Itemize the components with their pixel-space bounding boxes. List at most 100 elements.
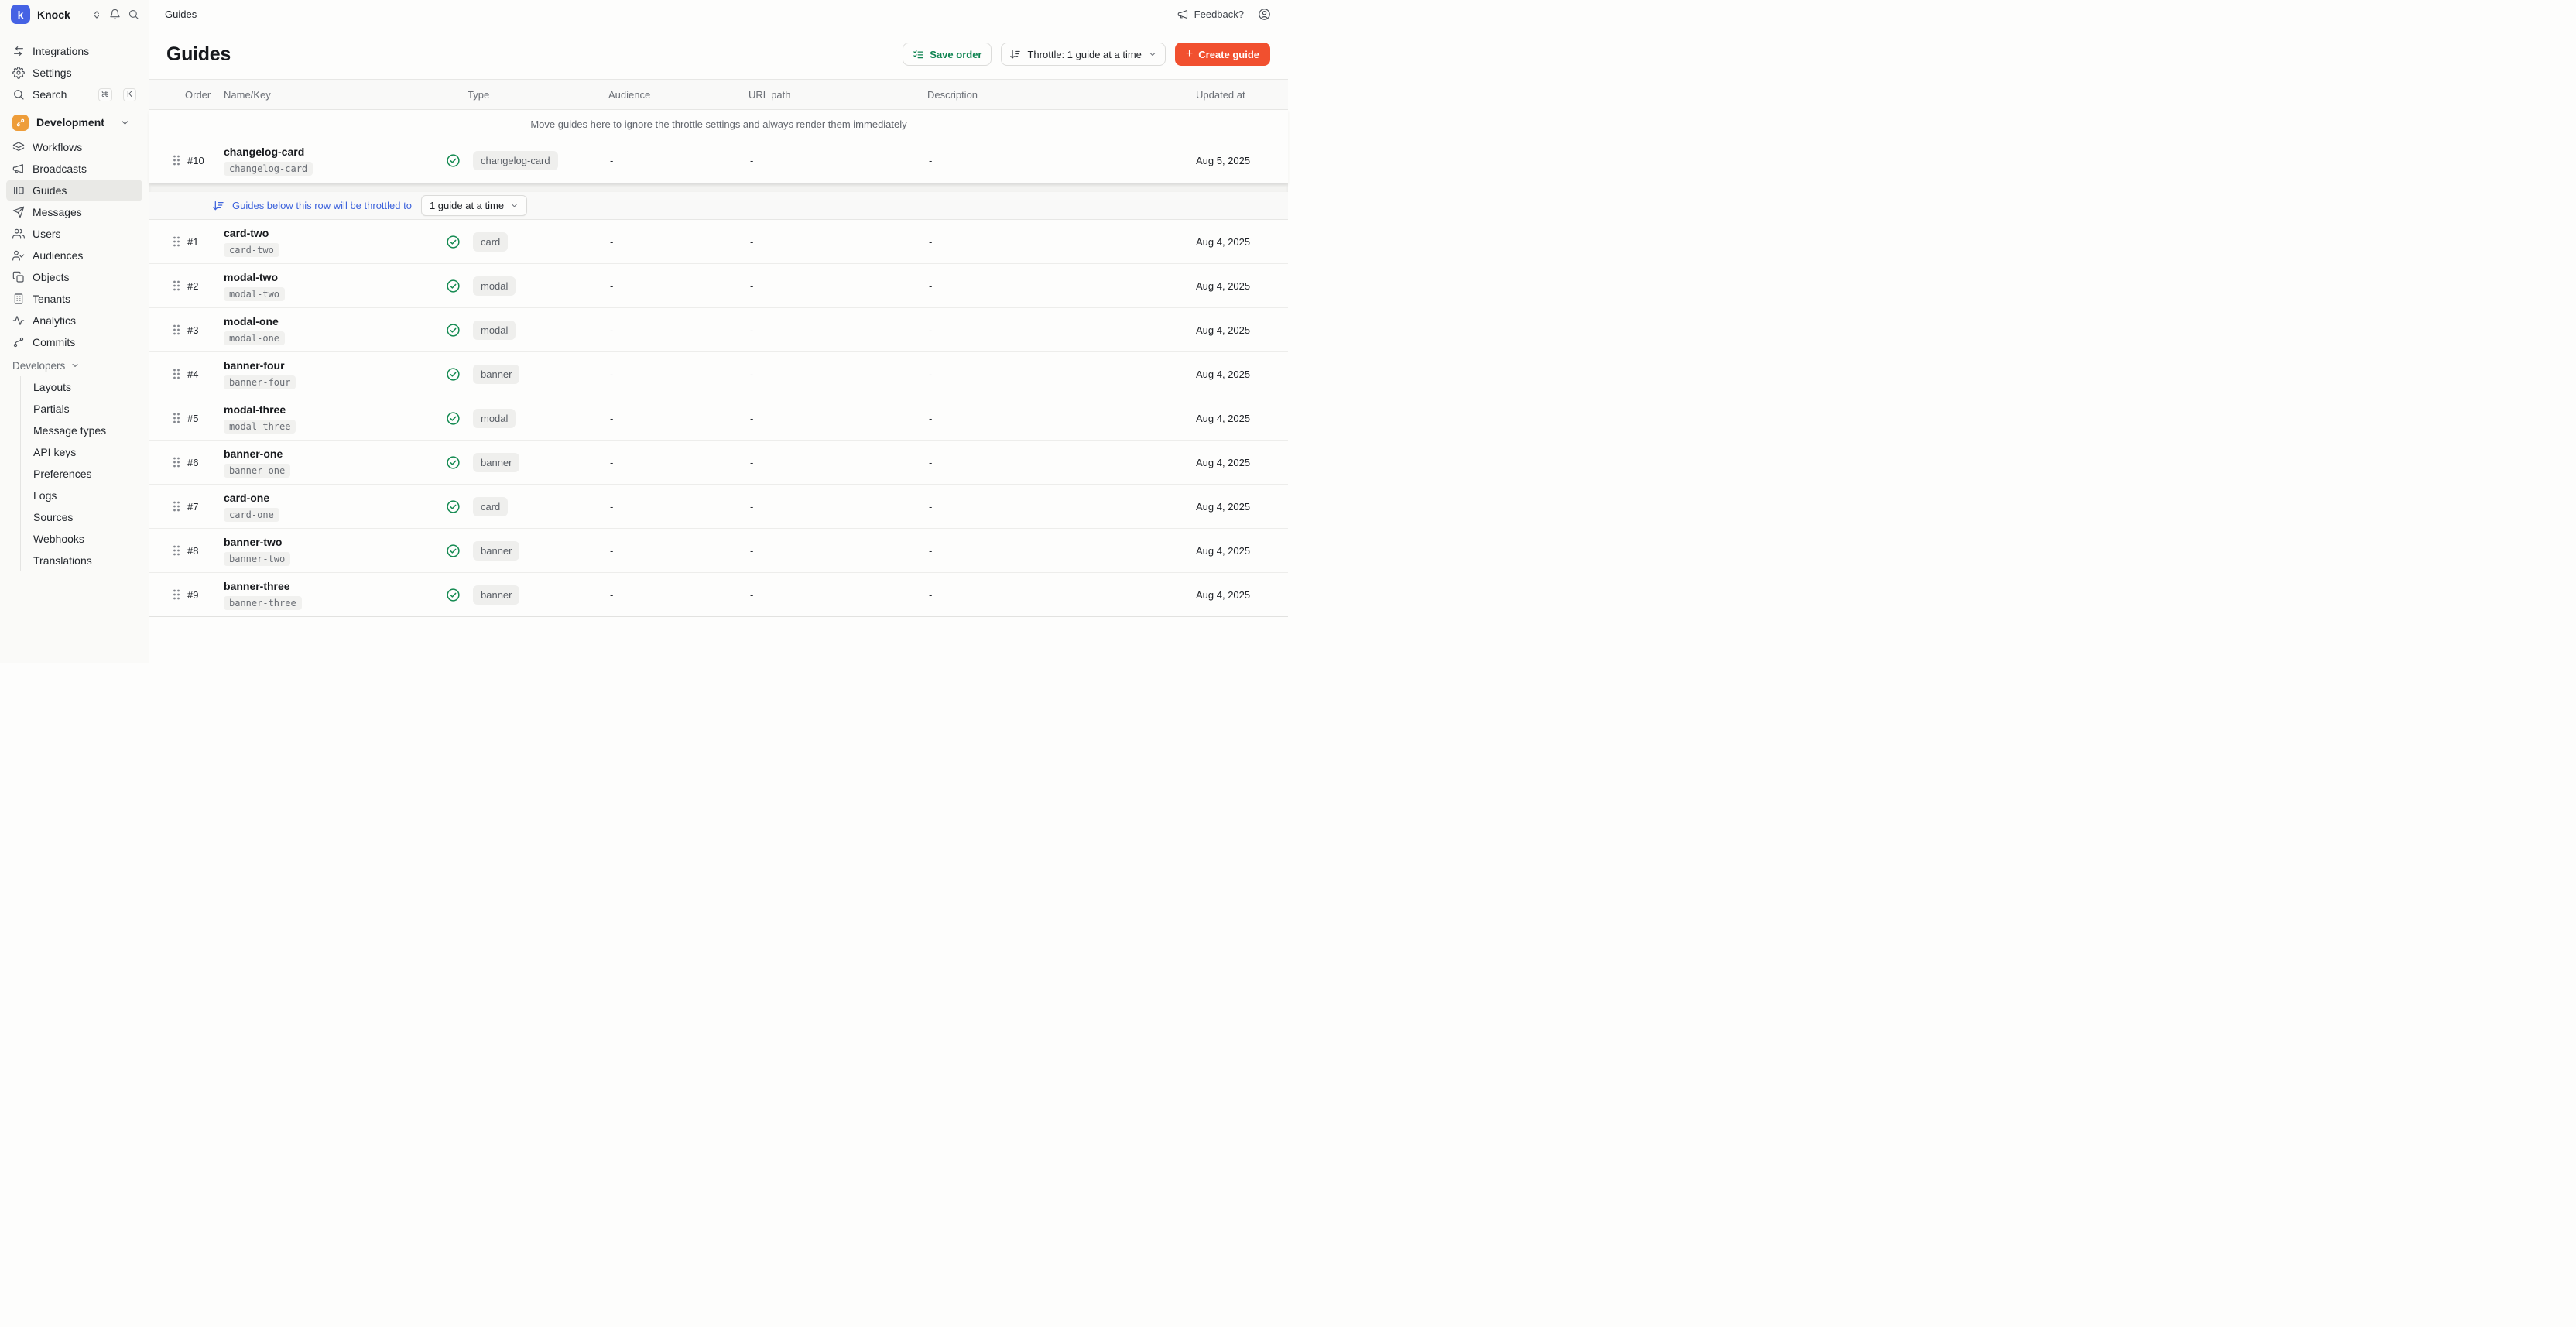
sidebar-item-broadcasts[interactable]: Broadcasts [6,158,142,180]
page-header: Guides Save order Throttle: 1 guide at a… [149,29,1288,79]
updated-at-value: Aug 5, 2025 [1196,155,1288,166]
sidebar-item-preferences[interactable]: Preferences [22,463,142,485]
guide-name[interactable]: banner-one [224,447,283,460]
table-row[interactable]: #3 modal-onemodal-one modal - - - Aug 4,… [149,308,1288,352]
sidebar-item-message-types[interactable]: Message types [22,420,142,441]
updated-at-value: Aug 4, 2025 [1196,545,1288,557]
shortcut-k-key: K [123,88,136,101]
table-row[interactable]: #10 changelog-card changelog-card change… [149,138,1288,183]
table-row[interactable]: #9 banner-threebanner-three banner - - -… [149,573,1288,617]
drag-handle[interactable] [149,500,185,513]
status-check-icon [446,323,461,338]
sidebar-item-settings[interactable]: Settings [6,62,142,84]
guide-name[interactable]: changelog-card [224,146,304,158]
guides-table: Order Name/Key Type Audience URL path De… [149,79,1288,617]
drag-handle[interactable] [149,154,185,166]
sidebar-item-search[interactable]: Search ⌘ K [6,84,142,105]
guides-columns-icon [12,184,25,197]
drag-handle[interactable] [149,368,185,380]
table-row[interactable]: #8 banner-twobanner-two banner - - - Aug… [149,529,1288,573]
sidebar-item-guides[interactable]: Guides [6,180,142,201]
type-badge: modal [473,409,516,428]
guide-name[interactable]: banner-four [224,359,285,372]
layers-icon [12,141,25,153]
type-badge: banner [473,453,519,472]
guide-name[interactable]: modal-three [224,403,286,416]
col-header-updated-at: Updated at [1196,89,1288,101]
save-order-button[interactable]: Save order [903,43,992,66]
guide-name[interactable]: banner-two [224,536,282,548]
throttle-button-label: Throttle: 1 guide at a time [1027,49,1141,60]
drag-handle[interactable] [149,588,185,601]
developers-section-toggle[interactable]: Developers [6,355,142,376]
sidebar-item-objects[interactable]: Objects [6,266,142,288]
sidebar-item-logs[interactable]: Logs [22,485,142,506]
throttle-value-select[interactable]: 1 guide at a time [421,195,527,216]
notifications-bell-icon[interactable] [109,9,121,20]
drag-handle[interactable] [149,544,185,557]
sidebar-item-label: Preferences [33,468,91,480]
developers-label: Developers [12,360,65,372]
sidebar-item-webhooks[interactable]: Webhooks [22,528,142,550]
sidebar-item-workflows[interactable]: Workflows [6,136,142,158]
drag-handle[interactable] [149,412,185,424]
drag-handle[interactable] [149,324,185,336]
status-check-icon [446,543,461,558]
sidebar-item-sources[interactable]: Sources [22,506,142,528]
sidebar-item-analytics[interactable]: Analytics [6,310,142,331]
sidebar-item-tenants[interactable]: Tenants [6,288,142,310]
description-value: - [927,501,1196,513]
drag-handle[interactable] [149,456,185,468]
sidebar-item-integrations[interactable]: Integrations [6,40,142,62]
feedback-button[interactable]: Feedback? [1177,9,1244,20]
sidebar-item-label: Tenants [33,293,70,305]
sidebar-item-translations[interactable]: Translations [22,550,142,571]
guide-name[interactable]: banner-three [224,580,290,592]
sidebar-item-messages[interactable]: Messages [6,201,142,223]
workspace-selector-chevrons-icon[interactable] [91,9,102,20]
guide-key-badge: banner-four [224,375,296,389]
table-row[interactable]: #2 modal-twomodal-two modal - - - Aug 4,… [149,264,1288,308]
table-row[interactable]: #7 card-onecard-one card - - - Aug 4, 20… [149,485,1288,529]
sidebar-item-label: Search [33,88,67,101]
sidebar-item-audiences[interactable]: Audiences [6,245,142,266]
sidebar-item-commits[interactable]: Commits [6,331,142,353]
environment-name: Development [36,116,104,129]
sidebar-item-label: Message types [33,424,106,437]
table-row[interactable]: #6 banner-onebanner-one banner - - - Aug… [149,441,1288,485]
sidebar-item-layouts[interactable]: Layouts [22,376,142,398]
activity-pulse-icon [12,314,25,327]
unthrottled-drop-hint: Move guides here to ignore the throttle … [149,110,1288,138]
sidebar-item-users[interactable]: Users [6,223,142,245]
table-row[interactable]: #1 card-twocard-two card - - - Aug 4, 20… [149,220,1288,264]
table-row[interactable]: #5 modal-threemodal-three modal - - - Au… [149,396,1288,441]
account-avatar-icon[interactable] [1258,8,1271,21]
audience-value: - [608,545,748,557]
col-header-url-path: URL path [748,89,927,101]
drag-handle[interactable] [149,235,185,248]
app-window: k Knock Integrations [0,0,1288,664]
updated-at-value: Aug 4, 2025 [1196,280,1288,292]
sidebar-item-api-keys[interactable]: API keys [22,441,142,463]
col-header-order: Order [185,89,224,101]
breadcrumb: Guides [165,9,197,20]
copy-pages-icon [12,271,25,283]
guide-name[interactable]: modal-one [224,315,279,327]
url-path-value: - [748,155,927,166]
sidebar-item-label: Objects [33,271,69,283]
type-badge: modal [473,276,516,296]
create-guide-button[interactable]: + Create guide [1175,43,1270,66]
user-check-icon [12,249,25,262]
sidebar-item-partials[interactable]: Partials [22,398,142,420]
drag-handle[interactable] [149,279,185,292]
guide-name[interactable]: card-one [224,492,269,504]
guide-key-badge: banner-three [224,596,302,610]
throttle-setting-dropdown[interactable]: Throttle: 1 guide at a time [1001,43,1165,66]
guide-name[interactable]: card-two [224,227,269,239]
environment-switcher[interactable]: Development [6,111,142,133]
table-row[interactable]: #4 banner-fourbanner-four banner - - - A… [149,352,1288,396]
search-icon[interactable] [128,9,139,20]
sidebar: k Knock Integrations [0,0,149,664]
guide-name[interactable]: modal-two [224,271,278,283]
paper-plane-icon [12,206,25,218]
